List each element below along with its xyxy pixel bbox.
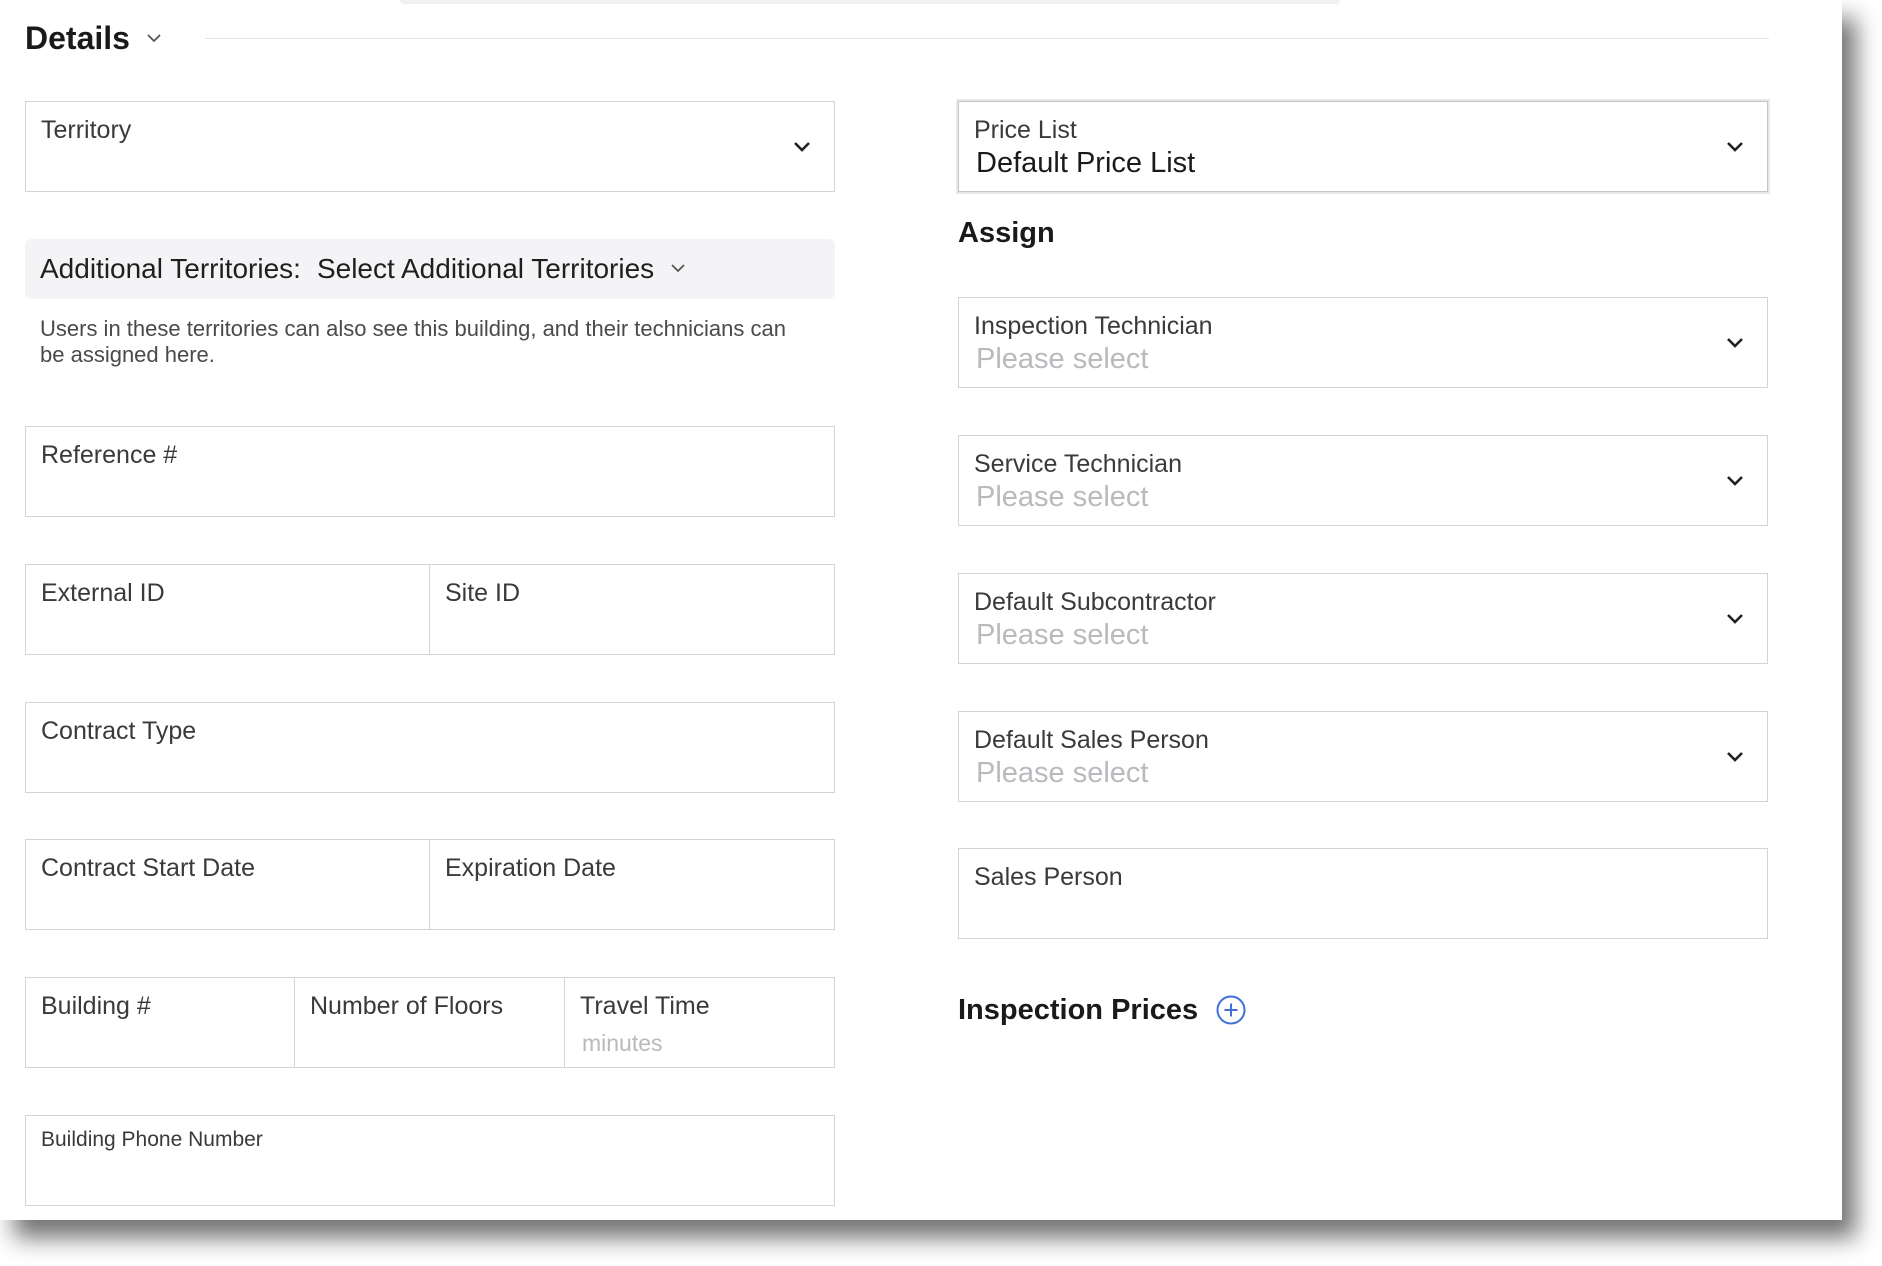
- sales-person-field[interactable]: Sales Person: [958, 848, 1768, 939]
- contract-type-field[interactable]: Contract Type: [25, 702, 835, 793]
- site-id-field[interactable]: Site ID: [429, 564, 835, 655]
- price-list-select[interactable]: Price List Default Price List: [958, 101, 1768, 192]
- sales-person-label: Sales Person: [974, 863, 1123, 891]
- site-id-label: Site ID: [445, 579, 521, 607]
- default-sales-person-placeholder: Please select: [976, 757, 1149, 789]
- additional-territories-label: Additional Territories:: [40, 253, 301, 284]
- number-of-floors-field[interactable]: Number of Floors: [294, 977, 566, 1068]
- chevron-down-icon: [1727, 613, 1743, 624]
- building-number-field[interactable]: Building #: [25, 977, 296, 1068]
- chevron-down-icon: [794, 141, 810, 152]
- service-technician-label: Service Technician: [974, 450, 1182, 478]
- reference-number-field[interactable]: Reference #: [25, 426, 835, 517]
- expiration-date-field[interactable]: Expiration Date: [429, 839, 835, 930]
- contract-dates-group: Contract Start Date Expiration Date: [25, 839, 835, 930]
- additional-territories-bar: Additional Territories: Select Additiona…: [25, 239, 835, 299]
- territory-label: Territory: [41, 116, 132, 144]
- contract-start-date-label: Contract Start Date: [41, 854, 255, 882]
- external-site-id-group: External ID Site ID: [25, 564, 835, 655]
- reference-number-label: Reference #: [41, 441, 178, 469]
- assign-heading: Assign: [958, 217, 1055, 249]
- building-info-group: Building # Number of Floors Travel Time …: [25, 977, 835, 1068]
- price-list-value: Default Price List: [976, 147, 1196, 179]
- inspection-prices-heading: Inspection Prices: [958, 994, 1199, 1026]
- travel-time-field[interactable]: Travel Time minutes: [564, 977, 835, 1068]
- default-sales-person-select[interactable]: Default Sales Person Please select: [958, 711, 1768, 802]
- service-technician-select[interactable]: Service Technician Please select: [958, 435, 1768, 526]
- chevron-down-icon: [1727, 337, 1743, 348]
- territory-select[interactable]: Territory: [25, 101, 835, 192]
- chevron-down-icon: [671, 264, 685, 273]
- chevron-down-icon[interactable]: [144, 28, 164, 48]
- travel-time-unit: minutes: [582, 1030, 663, 1056]
- plus-circle-icon[interactable]: [1215, 994, 1247, 1026]
- default-subcontractor-select[interactable]: Default Subcontractor Please select: [958, 573, 1768, 664]
- details-section-header[interactable]: Details: [25, 16, 164, 60]
- external-id-label: External ID: [41, 579, 165, 607]
- default-subcontractor-label: Default Subcontractor: [974, 588, 1216, 616]
- section-title: Details: [25, 19, 130, 56]
- building-number-label: Building #: [41, 992, 151, 1020]
- additional-territories-help: Users in these territories can also see …: [40, 316, 786, 367]
- contract-type-label: Contract Type: [41, 717, 197, 745]
- select-additional-territories-dropdown[interactable]: Select Additional Territories: [317, 253, 688, 285]
- building-phone-field[interactable]: Building Phone Number: [25, 1115, 835, 1206]
- details-panel: Details Territory Additional Territories…: [0, 0, 1842, 1220]
- inspection-technician-label: Inspection Technician: [974, 312, 1213, 340]
- section-divider: [205, 38, 1769, 39]
- contract-start-date-field[interactable]: Contract Start Date: [25, 839, 431, 930]
- external-id-field[interactable]: External ID: [25, 564, 431, 655]
- service-technician-placeholder: Please select: [976, 481, 1149, 513]
- inspection-technician-placeholder: Please select: [976, 343, 1149, 375]
- chevron-down-icon: [1727, 475, 1743, 486]
- travel-time-label: Travel Time: [580, 992, 710, 1020]
- select-additional-territories-text: Select Additional Territories: [316, 253, 655, 284]
- default-subcontractor-placeholder: Please select: [976, 619, 1149, 651]
- building-phone-label: Building Phone Number: [41, 1128, 263, 1151]
- default-sales-person-label: Default Sales Person: [974, 726, 1209, 754]
- expiration-date-label: Expiration Date: [445, 854, 616, 882]
- price-list-label: Price List: [974, 116, 1077, 144]
- top-bar-edge: [400, 0, 1340, 4]
- inspection-technician-select[interactable]: Inspection Technician Please select: [958, 297, 1768, 388]
- chevron-down-icon: [1727, 141, 1743, 152]
- number-of-floors-label: Number of Floors: [310, 992, 504, 1020]
- chevron-down-icon: [1727, 751, 1743, 762]
